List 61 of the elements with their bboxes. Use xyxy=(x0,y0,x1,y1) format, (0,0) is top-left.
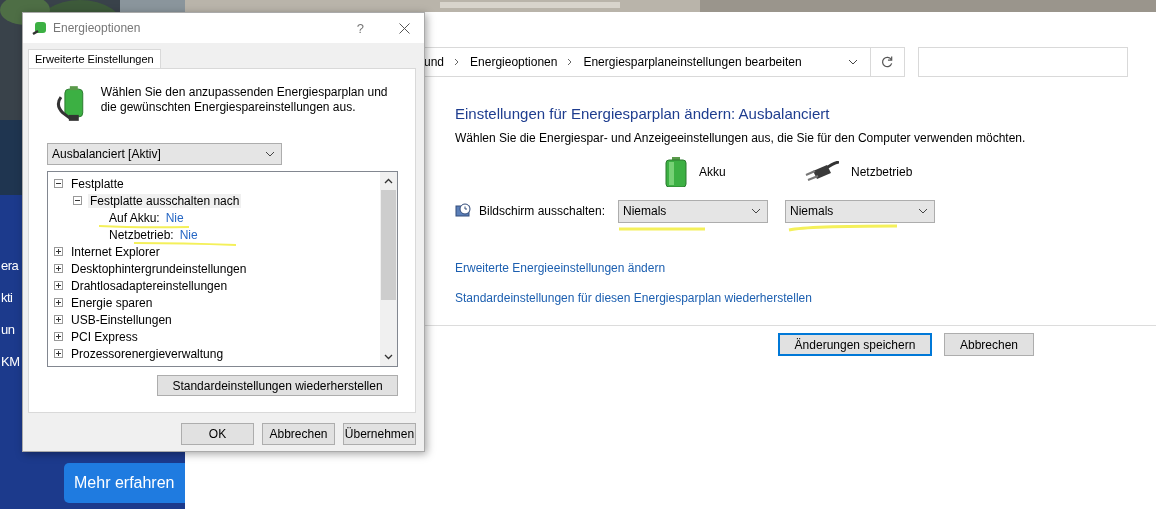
column-label: Netzbetrieb xyxy=(851,165,913,179)
ad-text: un xyxy=(1,321,15,339)
settings-link[interactable]: Erweiterte Energieeinstellungen ändern xyxy=(455,261,666,275)
expand-icon[interactable] xyxy=(54,332,63,341)
setting-value-link[interactable]: Nie xyxy=(179,227,198,242)
plug-icon xyxy=(805,161,839,183)
dialog-button[interactable]: Abbrechen xyxy=(262,423,335,445)
learn-more-button[interactable]: Mehr erfahren xyxy=(64,463,185,503)
tree-item[interactable]: Internet Explorer xyxy=(69,244,162,259)
dropdown[interactable]: Niemals xyxy=(618,199,768,223)
ad-text: kti xyxy=(1,289,13,307)
tree-item[interactable]: Desktophintergrundeinstellungen xyxy=(69,261,249,276)
search-field[interactable] xyxy=(918,46,1128,77)
scroll-down-icon[interactable] xyxy=(384,354,393,360)
tree-item[interactable]: Netzbetrieb: xyxy=(107,227,176,242)
breadcrumb-item[interactable]: Energieoptionen xyxy=(470,54,558,69)
dialog-button[interactable]: Übernehmen xyxy=(343,423,416,445)
description-text: Wählen Sie die Energiespar- und Anzeigeeinstellungen aus, die Sie für den Computer verwenden möchten. xyxy=(455,131,1027,145)
caret-icon xyxy=(751,208,761,214)
expand-icon[interactable] xyxy=(54,247,63,256)
chevron-right-icon xyxy=(567,57,574,66)
expand-icon[interactable] xyxy=(54,298,63,307)
help-button[interactable]: ? xyxy=(356,20,364,36)
caret-icon xyxy=(265,151,275,157)
breadcrumb-item[interactable]: Energiesparplaneinstellungen bearbeiten xyxy=(583,54,802,69)
tree-item[interactable]: Prozessorenergieverwaltung xyxy=(69,346,226,361)
dialog-button[interactable]: OK xyxy=(181,423,254,445)
monitor-clock-icon xyxy=(455,203,471,219)
dropdown[interactable]: Niemals xyxy=(785,199,935,223)
save-button[interactable]: Änderungen speichern xyxy=(778,333,932,356)
scroll-up-icon[interactable] xyxy=(384,178,393,184)
refresh-button[interactable] xyxy=(871,46,905,77)
column-label: Akku xyxy=(699,165,726,179)
dropdown-icon[interactable] xyxy=(848,58,858,65)
expand-icon[interactable] xyxy=(54,349,63,358)
restore-defaults-button[interactable]: Standardeinstellungen wiederherstellen xyxy=(157,375,398,396)
tree-item[interactable]: USB-Einstellungen xyxy=(69,312,174,327)
tree-item[interactable]: Drahtlosadaptereinstellungen xyxy=(69,278,230,293)
page-heading: Einstellungen für Energiesparplan ändern: Ausbalanciert xyxy=(455,105,831,122)
instruction-text: Wählen Sie den anzupassenden Energiesparplan und die gewünschten Energiespareinstellungen aus. xyxy=(100,85,389,116)
collapse-icon[interactable] xyxy=(73,196,82,205)
caret-icon xyxy=(918,208,928,214)
expand-icon[interactable] xyxy=(54,264,63,273)
refresh-icon xyxy=(881,55,894,68)
setting-value-link[interactable]: Nie xyxy=(165,210,184,225)
battery-icon xyxy=(665,157,687,187)
ad-text: KM xyxy=(1,353,20,371)
tree-item[interactable]: Energie sparen xyxy=(69,295,155,310)
chevron-right-icon xyxy=(454,57,461,66)
tree-item[interactable]: Festplatte ausschalten nach xyxy=(88,193,242,208)
scrollbar[interactable] xyxy=(380,172,397,366)
expand-icon[interactable] xyxy=(54,315,63,324)
tree-item[interactable]: PCI Express xyxy=(69,329,140,344)
settings-link[interactable]: Standardeinstellungen für diesen Energiesparplan wiederherstellen xyxy=(455,291,812,305)
breadcrumb-item[interactable]: und xyxy=(424,54,445,69)
ad-text: era xyxy=(1,257,19,275)
tree-item[interactable]: Auf Akku: xyxy=(107,210,162,225)
cancel-button[interactable]: Abbrechen xyxy=(944,333,1034,356)
expand-icon[interactable] xyxy=(54,281,63,290)
close-icon[interactable] xyxy=(399,22,410,34)
setting-label: Bildschirm ausschalten: xyxy=(479,204,607,218)
